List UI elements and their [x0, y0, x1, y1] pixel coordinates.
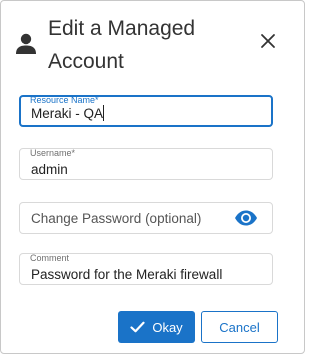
- username-label: Username*: [30, 148, 76, 158]
- comment-label: Comment: [30, 253, 70, 263]
- resource-name-label: Resource Name*: [30, 95, 99, 105]
- password-placeholder: Change Password (optional): [31, 211, 202, 226]
- password-field[interactable]: Change Password (optional): [19, 202, 273, 234]
- okay-label: Okay: [152, 319, 183, 335]
- dialog-title-line-2: Account: [48, 50, 124, 73]
- username-value: admin: [31, 162, 68, 177]
- cancel-button[interactable]: Cancel: [201, 311, 278, 343]
- dialog-header: Edit a Managed Account: [1, 1, 304, 85]
- close-icon[interactable]: [259, 32, 277, 50]
- comment-field[interactable]: Comment Password for the Meraki firewall: [19, 253, 273, 285]
- user-icon: [16, 33, 36, 54]
- text-caret: [103, 105, 105, 121]
- cancel-label: Cancel: [219, 319, 260, 335]
- okay-button[interactable]: Okay: [118, 311, 195, 343]
- resource-name-value: Meraki - QA: [31, 106, 104, 121]
- comment-value: Password for the Meraki firewall: [31, 267, 223, 282]
- eye-icon[interactable]: [234, 209, 258, 227]
- dialog-title-line-1: Edit a Managed: [48, 17, 196, 40]
- edit-account-dialog: Edit a Managed Account Resource Name* Me…: [0, 0, 305, 354]
- username-field[interactable]: Username* admin: [19, 148, 273, 180]
- checkmark-icon: [130, 321, 145, 333]
- resource-name-field[interactable]: Resource Name* Meraki - QA: [19, 95, 273, 127]
